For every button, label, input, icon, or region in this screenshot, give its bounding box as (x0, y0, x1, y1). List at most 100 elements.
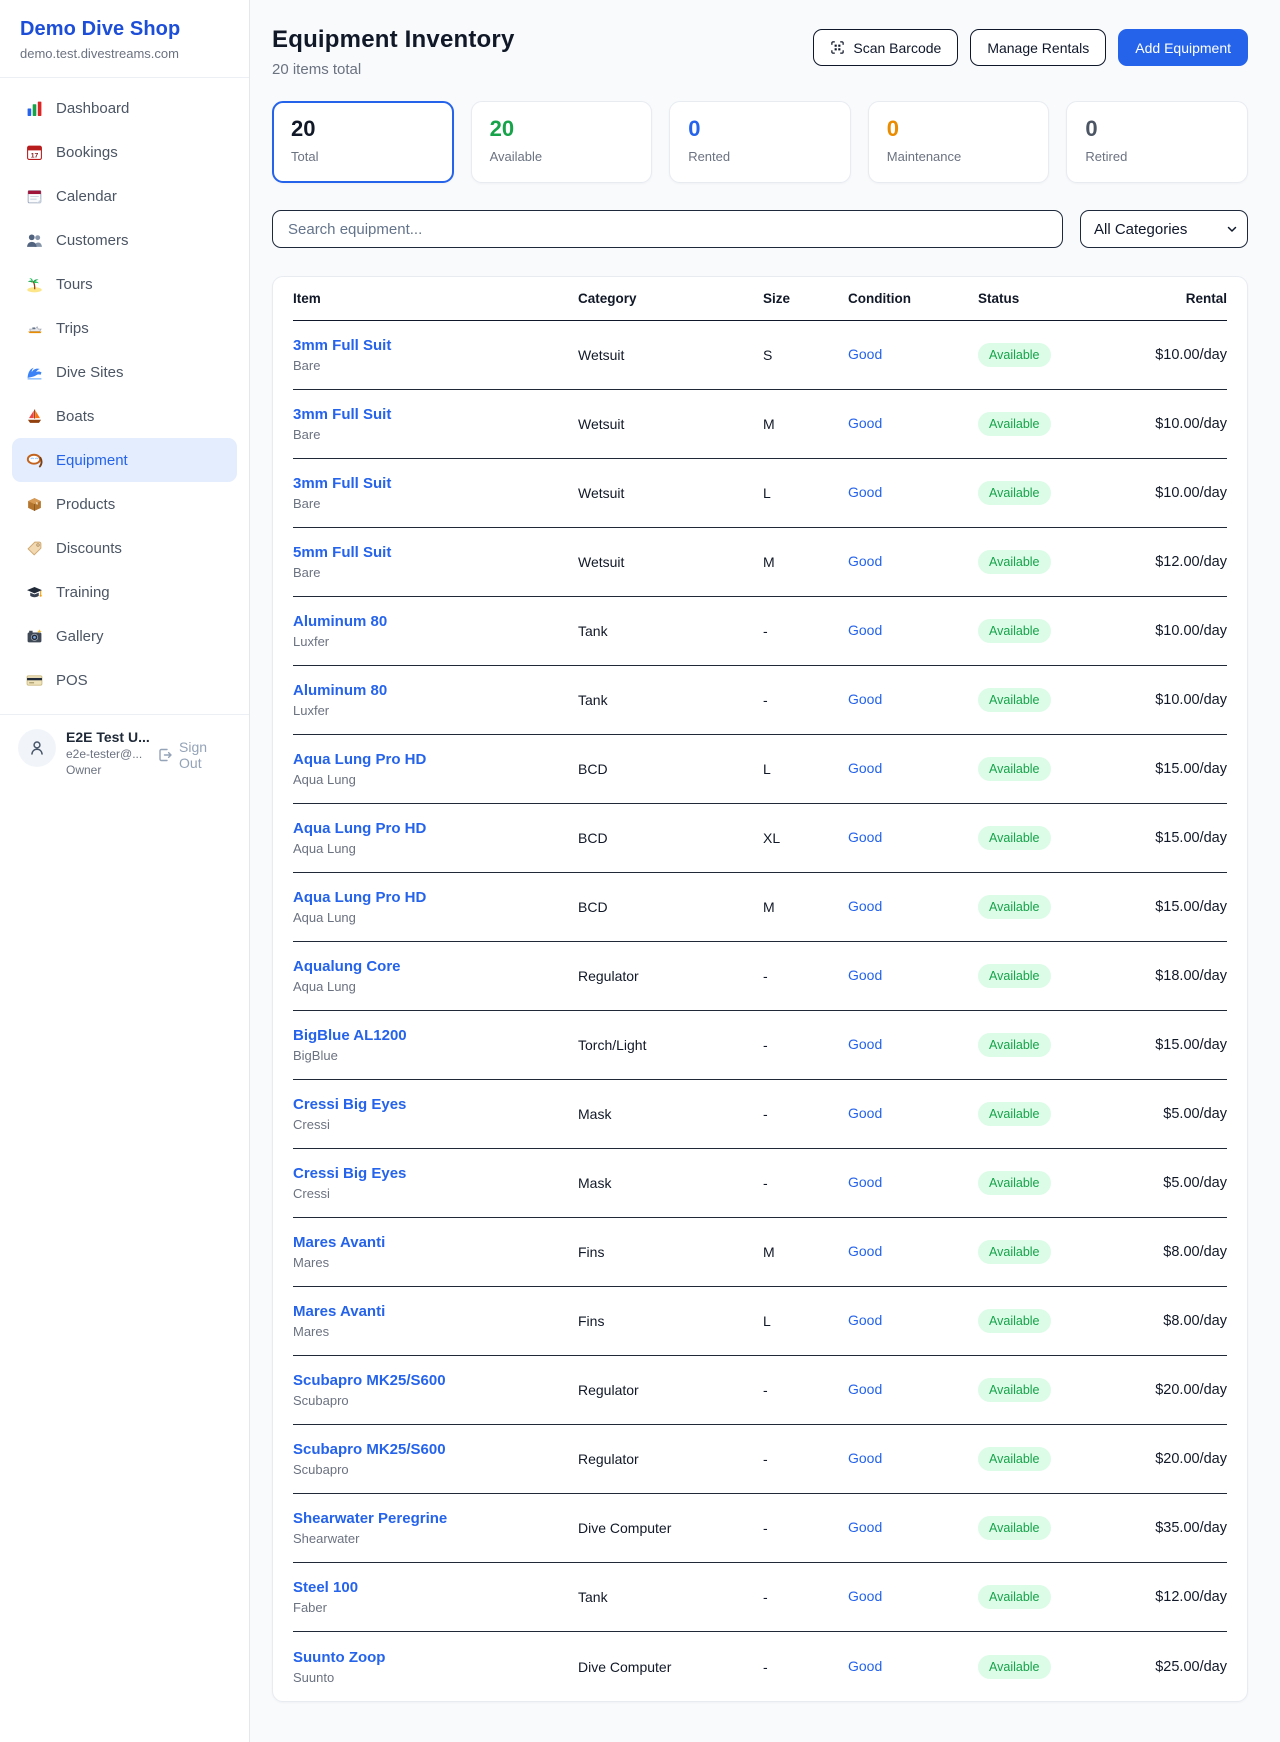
sidebar-item-tours[interactable]: Tours (12, 262, 237, 306)
item-name-link[interactable]: 3mm Full Suit (293, 475, 578, 492)
sidebar-item-calendar[interactable]: Calendar (12, 174, 237, 218)
header-actions: Scan Barcode Manage Rentals Add Equipmen… (813, 26, 1248, 66)
item-brand: Mares (293, 1255, 578, 1270)
item-name-link[interactable]: Aqualung Core (293, 958, 578, 975)
item-brand: Mares (293, 1324, 578, 1339)
item-name-link[interactable]: 3mm Full Suit (293, 406, 578, 423)
sidebar-item-bookings[interactable]: 17 Bookings (12, 130, 237, 174)
item-condition-link[interactable]: Good (848, 415, 882, 431)
category-select[interactable]: All Categories (1080, 210, 1248, 248)
stat-card-available[interactable]: 20 Available (471, 101, 653, 183)
item-condition-link[interactable]: Good (848, 553, 882, 569)
item-rental-price: $15.00/day (1155, 761, 1227, 777)
item-name-link[interactable]: Scubapro MK25/S600 (293, 1441, 578, 1458)
item-condition-link[interactable]: Good (848, 1105, 882, 1121)
item-name-link[interactable]: Suunto Zoop (293, 1649, 578, 1666)
table-row: 3mm Full Suit Bare Wetsuit L Good Availa… (293, 459, 1227, 528)
sidebar-item-discounts[interactable]: Discounts (12, 526, 237, 570)
item-name-link[interactable]: Cressi Big Eyes (293, 1165, 578, 1182)
item-brand: Shearwater (293, 1531, 578, 1546)
column-header-category: Category (578, 291, 763, 306)
sidebar-item-label: Trips (56, 320, 89, 337)
svg-text:17: 17 (31, 152, 39, 159)
item-condition-link[interactable]: Good (848, 1450, 882, 1466)
item-condition-link[interactable]: Good (848, 1312, 882, 1328)
sidebar-item-dashboard[interactable]: Dashboard (12, 86, 237, 130)
add-equipment-label: Add Equipment (1135, 40, 1231, 56)
sidebar-item-label: Dashboard (56, 100, 129, 117)
item-condition-link[interactable]: Good (848, 1036, 882, 1052)
search-input[interactable] (272, 210, 1063, 248)
item-name-link[interactable]: 3mm Full Suit (293, 337, 578, 354)
item-name-link[interactable]: Mares Avanti (293, 1303, 578, 1320)
sidebar-item-customers[interactable]: Customers (12, 218, 237, 262)
item-size: XL (763, 830, 848, 846)
item-condition-link[interactable]: Good (848, 1588, 882, 1604)
sidebar-item-dive-sites[interactable]: Dive Sites (12, 350, 237, 394)
speedboat-icon (26, 320, 43, 337)
item-category: BCD (578, 830, 763, 846)
item-condition-link[interactable]: Good (848, 346, 882, 362)
item-brand: Scubapro (293, 1393, 578, 1408)
item-size: M (763, 416, 848, 432)
manage-rentals-label: Manage Rentals (987, 40, 1089, 56)
item-condition-link[interactable]: Good (848, 967, 882, 983)
status-badge: Available (978, 550, 1051, 574)
sidebar-item-boats[interactable]: Boats (12, 394, 237, 438)
item-size: L (763, 761, 848, 777)
item-condition-link[interactable]: Good (848, 1658, 882, 1674)
item-name-link[interactable]: Mares Avanti (293, 1234, 578, 1251)
item-category: Regulator (578, 1451, 763, 1467)
calendar-pad-icon (26, 188, 43, 205)
add-equipment-button[interactable]: Add Equipment (1118, 29, 1248, 66)
sidebar-item-equipment[interactable]: Equipment (12, 438, 237, 482)
sidebar-item-training[interactable]: Training (12, 570, 237, 614)
item-name-link[interactable]: Scubapro MK25/S600 (293, 1372, 578, 1389)
page-header: Equipment Inventory 20 items total (272, 26, 1248, 78)
item-condition-link[interactable]: Good (848, 1381, 882, 1397)
status-badge: Available (978, 688, 1051, 712)
item-name-link[interactable]: Aqua Lung Pro HD (293, 751, 578, 768)
item-name-link[interactable]: Shearwater Peregrine (293, 1510, 578, 1527)
item-condition-link[interactable]: Good (848, 829, 882, 845)
item-name-link[interactable]: 5mm Full Suit (293, 544, 578, 561)
manage-rentals-button[interactable]: Manage Rentals (970, 29, 1106, 66)
item-name-link[interactable]: Aluminum 80 (293, 613, 578, 630)
item-brand: Suunto (293, 1670, 578, 1685)
item-rental-price: $10.00/day (1155, 485, 1227, 501)
item-condition-link[interactable]: Good (848, 484, 882, 500)
status-badge: Available (978, 1033, 1051, 1057)
sidebar-item-pos[interactable]: POS (12, 658, 237, 702)
item-name-link[interactable]: BigBlue AL1200 (293, 1027, 578, 1044)
stat-card-maintenance[interactable]: 0 Maintenance (868, 101, 1050, 183)
stat-card-retired[interactable]: 0 Retired (1066, 101, 1248, 183)
sidebar-item-label: Gallery (56, 628, 104, 645)
item-name-link[interactable]: Cressi Big Eyes (293, 1096, 578, 1113)
scan-barcode-button[interactable]: Scan Barcode (813, 29, 958, 66)
item-condition-link[interactable]: Good (848, 1174, 882, 1190)
stat-card-total[interactable]: 20 Total (272, 101, 454, 183)
status-badge: Available (978, 1516, 1051, 1540)
item-condition-link[interactable]: Good (848, 622, 882, 638)
bar-chart-icon (26, 100, 43, 117)
column-header-item: Item (293, 291, 578, 306)
sidebar-item-products[interactable]: Products (12, 482, 237, 526)
stat-card-rented[interactable]: 0 Rented (669, 101, 851, 183)
item-name-link[interactable]: Aluminum 80 (293, 682, 578, 699)
item-name-link[interactable]: Steel 100 (293, 1579, 578, 1596)
item-name-link[interactable]: Aqua Lung Pro HD (293, 820, 578, 837)
status-badge: Available (978, 619, 1051, 643)
sidebar-item-gallery[interactable]: Gallery (12, 614, 237, 658)
item-condition-link[interactable]: Good (848, 1519, 882, 1535)
user-name: E2E Test U... (66, 729, 147, 745)
item-size: M (763, 554, 848, 570)
sign-out-button[interactable]: Sign Out (157, 739, 231, 771)
sidebar-item-trips[interactable]: Trips (12, 306, 237, 350)
stat-label: Total (291, 149, 435, 164)
item-name-link[interactable]: Aqua Lung Pro HD (293, 889, 578, 906)
item-condition-link[interactable]: Good (848, 691, 882, 707)
item-condition-link[interactable]: Good (848, 898, 882, 914)
item-condition-link[interactable]: Good (848, 760, 882, 776)
item-category: Wetsuit (578, 554, 763, 570)
item-condition-link[interactable]: Good (848, 1243, 882, 1259)
